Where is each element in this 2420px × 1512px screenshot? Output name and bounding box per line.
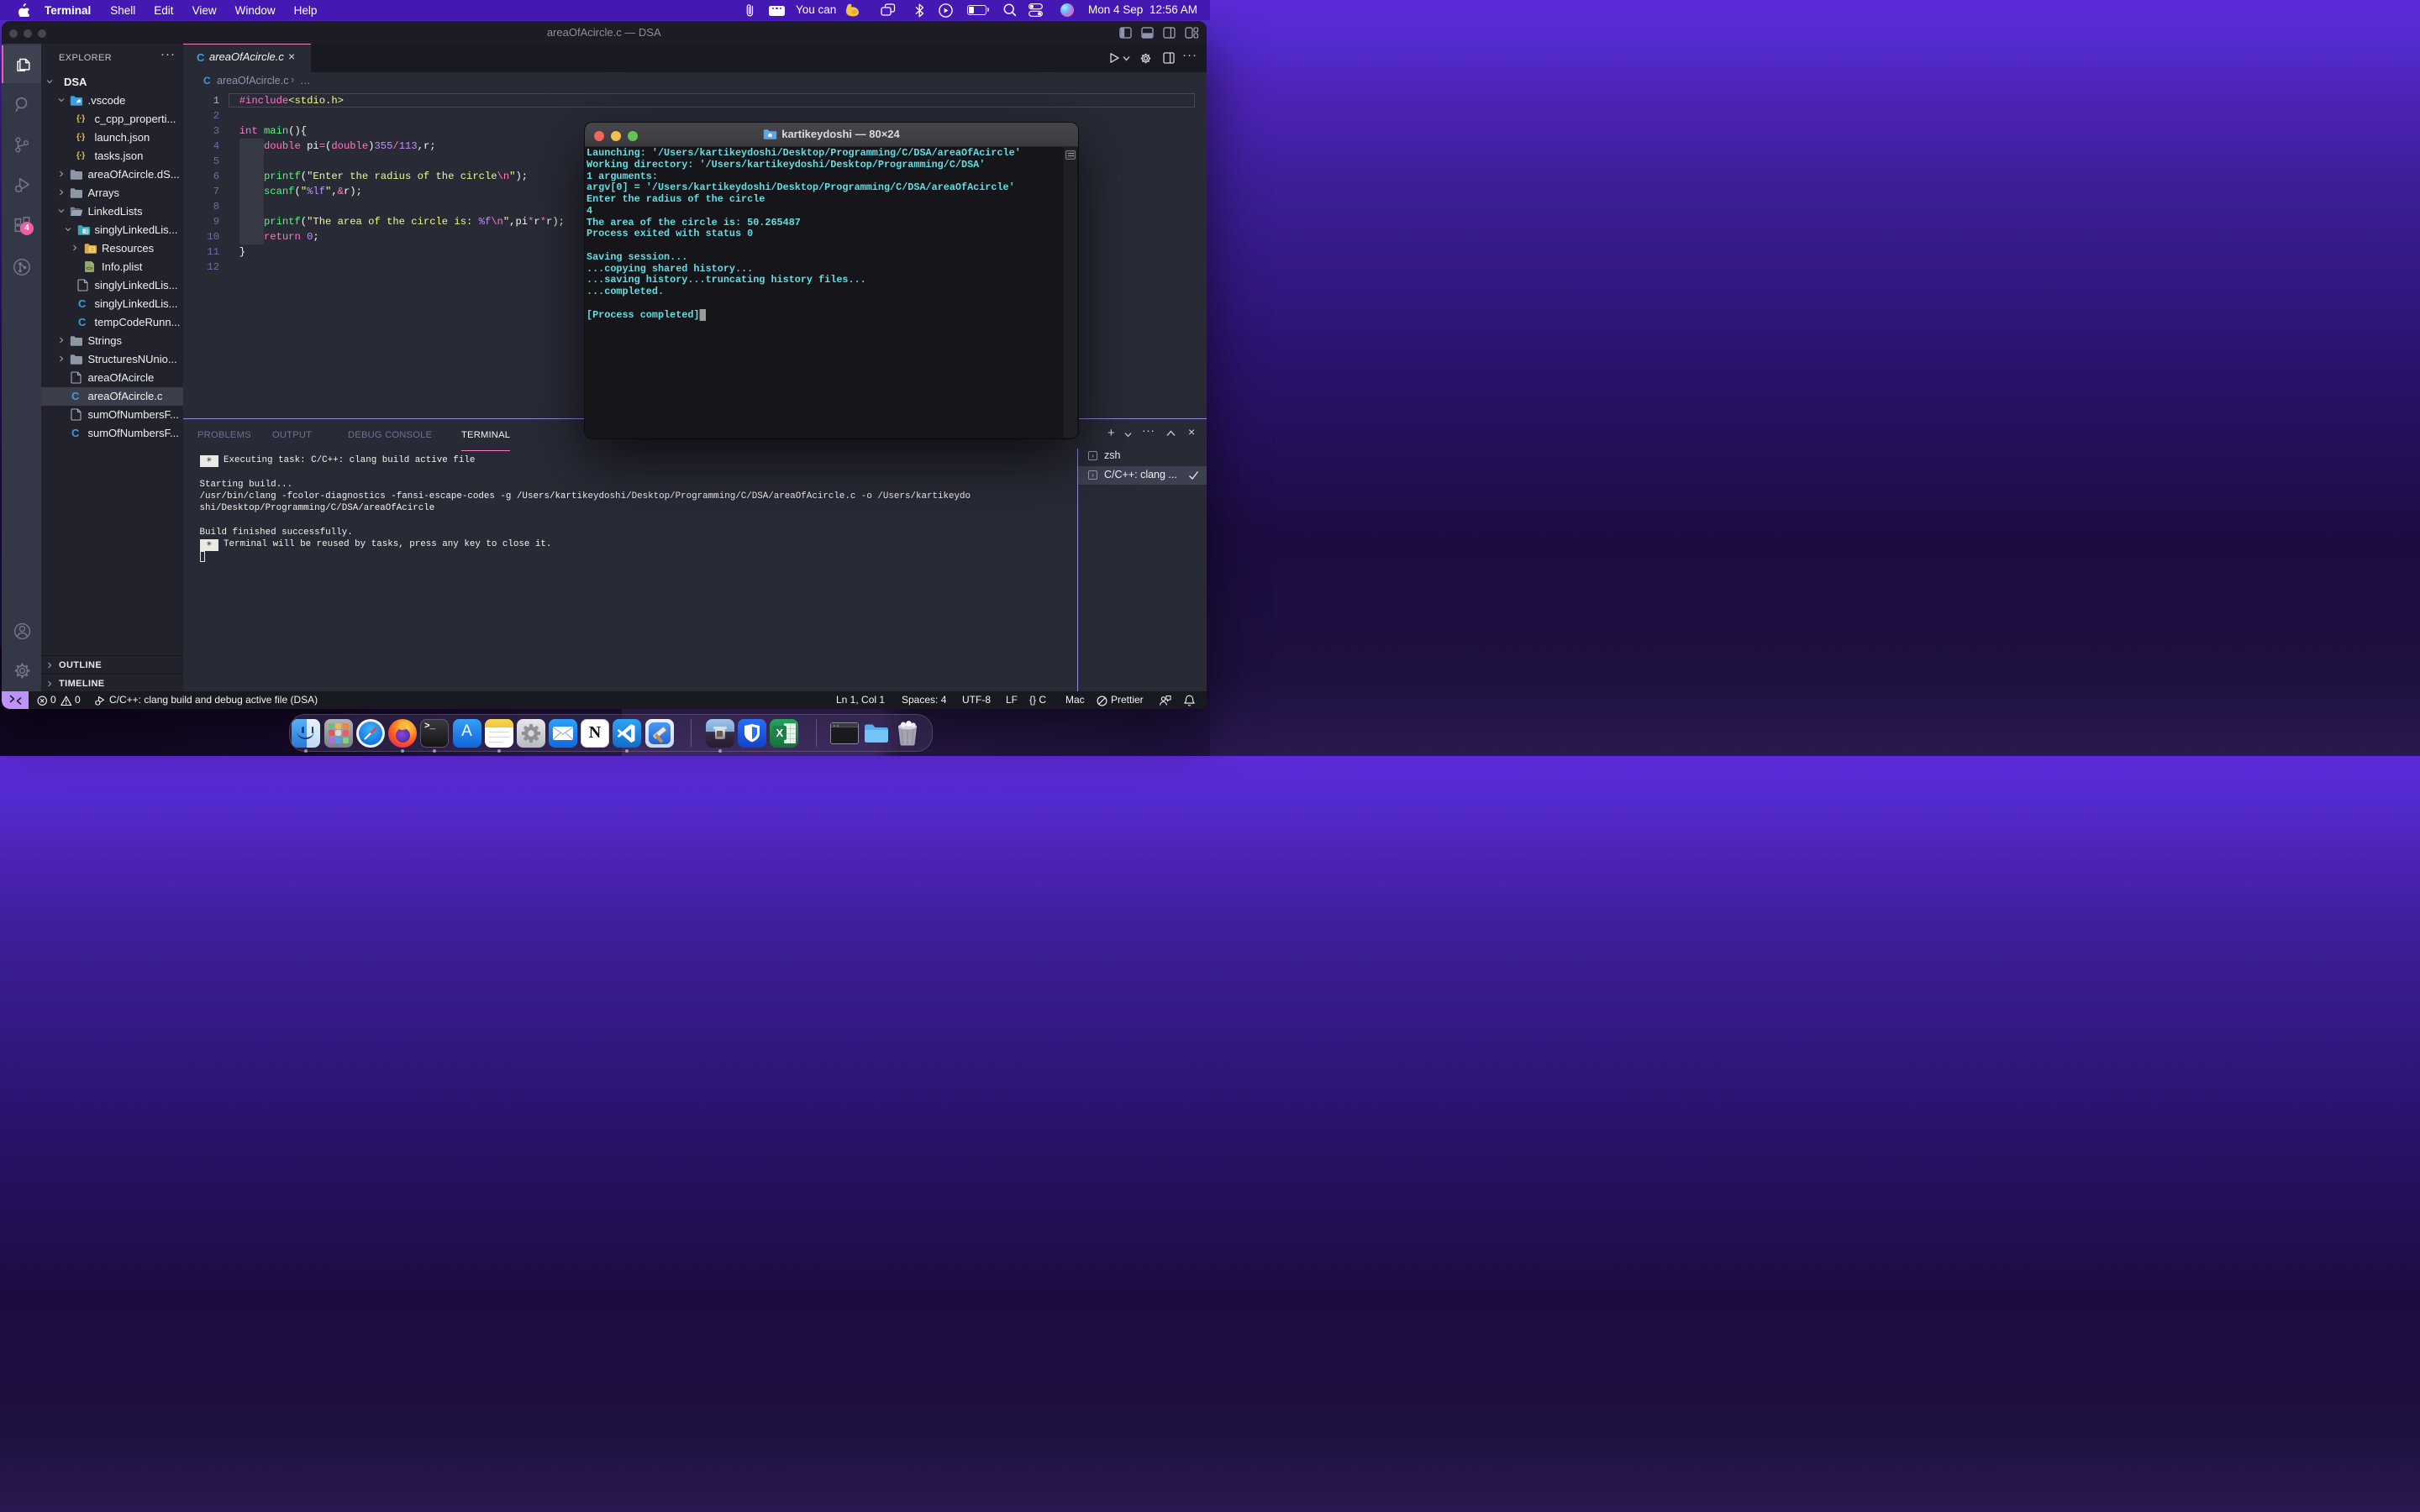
svg-text:<>: <>: [86, 266, 92, 272]
